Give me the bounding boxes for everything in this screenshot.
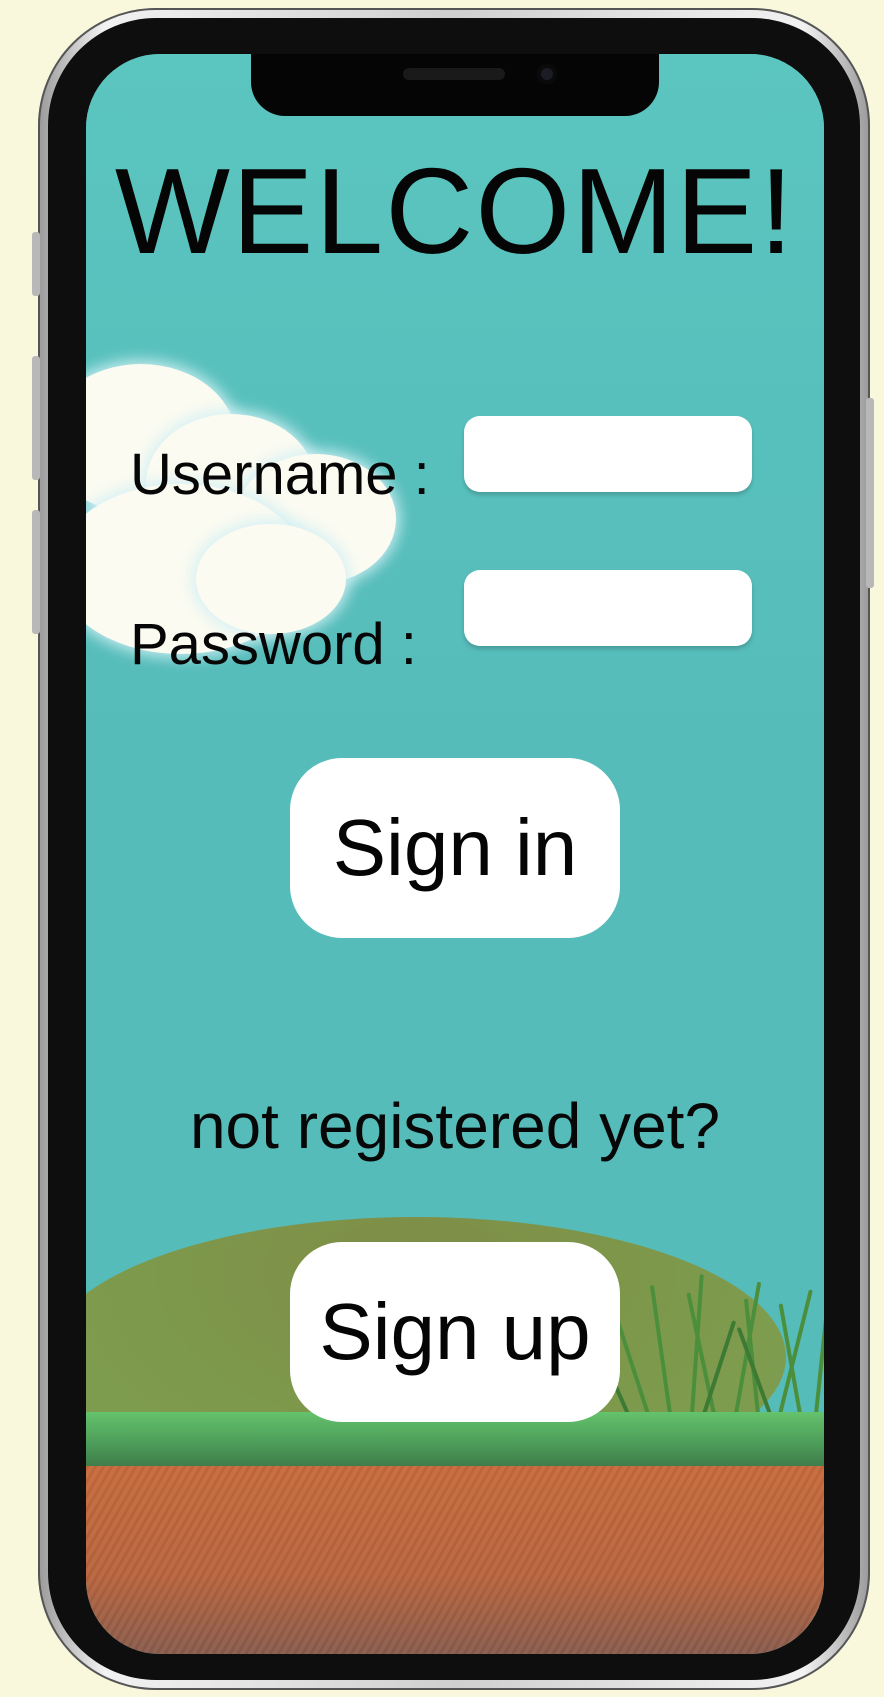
phone-notch bbox=[251, 54, 659, 116]
username-label: Username : bbox=[130, 442, 430, 507]
phone-power-button bbox=[866, 398, 874, 588]
grass-blade bbox=[814, 1314, 824, 1415]
phone-volume-down-button bbox=[32, 510, 40, 634]
dirt-ground bbox=[86, 1466, 824, 1654]
speaker-icon bbox=[403, 68, 505, 80]
username-input[interactable] bbox=[464, 416, 752, 492]
camera-icon bbox=[537, 64, 557, 84]
password-input[interactable] bbox=[464, 570, 752, 646]
phone-side-button bbox=[32, 232, 40, 296]
registration-prompt: not registered yet? bbox=[189, 1090, 721, 1162]
sign-up-button[interactable]: Sign up bbox=[290, 1242, 620, 1422]
password-label: Password : bbox=[130, 612, 417, 677]
sign-in-button[interactable]: Sign in bbox=[290, 758, 620, 938]
app-screen: WELCOME! Username : Password : Sign in n… bbox=[86, 54, 824, 1654]
phone-volume-up-button bbox=[32, 356, 40, 480]
welcome-title: WELCOME! bbox=[114, 143, 796, 279]
